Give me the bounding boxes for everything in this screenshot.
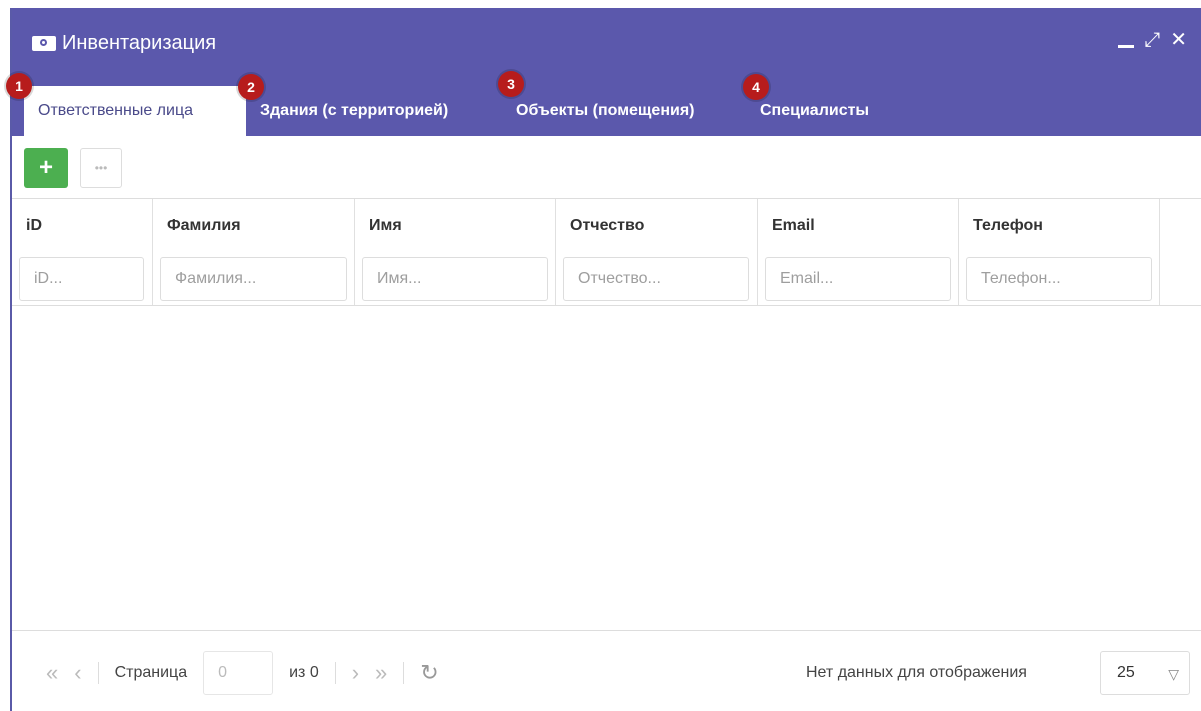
tab-badge-3: 3 <box>498 71 524 97</box>
toolbar: + ••• <box>24 148 122 188</box>
next-page-icon[interactable]: › <box>352 660 359 686</box>
window-title: Инвентаризация <box>32 32 216 55</box>
grid-header: iD iD... Фамилия Фамилия... Имя Имя... О… <box>12 198 1201 306</box>
window-header: Инвентаризация ⤢ ✕ Ответственные лица Зд… <box>12 8 1201 136</box>
tab-buildings[interactable]: Здания (с территорией) <box>246 86 502 136</box>
column-last-name: Фамилия Фамилия... <box>153 199 355 305</box>
filter-input-email[interactable]: Email... <box>765 257 951 301</box>
last-page-icon[interactable]: » <box>375 660 387 686</box>
tab-label: Объекты (помещения) <box>516 102 695 119</box>
divider <box>334 662 336 684</box>
divider <box>403 662 405 684</box>
column-id: iD iD... <box>12 199 153 305</box>
minimize-icon[interactable] <box>1118 44 1135 48</box>
column-patronymic: Отчество Отчество... <box>556 199 758 305</box>
column-title[interactable]: iD <box>26 217 42 235</box>
tab-label: Ответственные лица <box>38 102 194 119</box>
filter-input-first-name[interactable]: Имя... <box>362 257 548 301</box>
page-number-input[interactable]: 0 <box>203 651 274 695</box>
filter-input-phone[interactable]: Телефон... <box>966 257 1152 301</box>
tab-objects[interactable]: Объекты (помещения) <box>502 86 746 136</box>
page-label: Страница <box>114 664 188 681</box>
tab-label: Здания (с территорией) <box>260 102 449 119</box>
column-phone: Телефон Телефон... <box>959 199 1160 305</box>
add-button[interactable]: + <box>24 148 68 188</box>
inventory-window: Инвентаризация ⤢ ✕ Ответственные лица Зд… <box>10 8 1201 711</box>
page-size-value: 25 <box>1117 664 1135 681</box>
money-icon <box>32 36 56 51</box>
column-title[interactable]: Email <box>772 217 815 235</box>
column-title[interactable]: Отчество <box>570 217 644 235</box>
column-title[interactable]: Фамилия <box>167 217 241 235</box>
pager-bar: « ‹ Страница 0 из 0 › » ↻ Нет данных для… <box>12 630 1201 711</box>
refresh-icon[interactable]: ↻ <box>420 660 438 686</box>
page-count-label: из 0 <box>289 664 319 681</box>
filter-input-last-name[interactable]: Фамилия... <box>160 257 347 301</box>
chevron-down-icon: ▽ <box>1168 666 1179 682</box>
page-size-select[interactable]: 25 ▽ <box>1100 651 1190 695</box>
filter-input-patronymic[interactable]: Отчество... <box>563 257 749 301</box>
empty-status-text: Нет данных для отображения <box>806 664 1027 681</box>
close-icon[interactable]: ✕ <box>1170 30 1187 50</box>
prev-page-icon[interactable]: ‹ <box>74 660 81 686</box>
tab-badge-4: 4 <box>743 74 769 100</box>
window-title-text: Инвентаризация <box>62 32 217 54</box>
more-actions-button[interactable]: ••• <box>80 148 122 188</box>
column-title[interactable]: Имя <box>369 217 402 235</box>
tab-label: Специалисты <box>760 102 870 119</box>
pager: « ‹ Страница 0 из 0 › » ↻ <box>46 651 439 695</box>
tab-badge-2: 2 <box>238 74 264 100</box>
maximize-icon[interactable]: ⤢ <box>1144 30 1160 50</box>
divider <box>97 662 99 684</box>
column-email: Email Email... <box>758 199 959 305</box>
filter-input-id[interactable]: iD... <box>19 257 144 301</box>
tab-badge-1: 1 <box>6 73 32 99</box>
first-page-icon[interactable]: « <box>46 660 58 686</box>
window-controls: ⤢ ✕ <box>1118 30 1187 50</box>
tab-responsible-persons[interactable]: Ответственные лица <box>24 86 246 136</box>
column-first-name: Имя Имя... <box>355 199 556 305</box>
column-title[interactable]: Телефон <box>973 217 1043 235</box>
